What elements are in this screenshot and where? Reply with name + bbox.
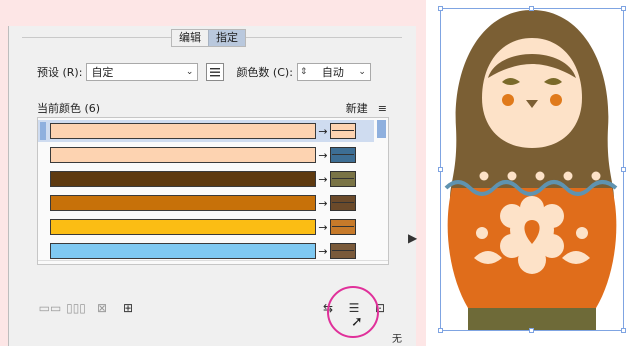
new-color-swatch[interactable] — [330, 123, 356, 139]
exclude-color-icon[interactable]: ⊠ — [94, 301, 110, 315]
color-row[interactable]: → — [38, 192, 374, 214]
color-row[interactable]: → — [38, 240, 374, 262]
color-row[interactable]: → — [38, 120, 374, 142]
assign-arrow-icon[interactable]: → — [316, 149, 330, 162]
bbox-handle[interactable] — [438, 328, 443, 333]
row-handle[interactable] — [40, 194, 46, 212]
new-color-swatch[interactable] — [330, 219, 356, 235]
cursor-icon: ➚ — [351, 314, 363, 330]
chevron-down-icon: ⌄ — [358, 67, 366, 77]
swatch-divider — [332, 202, 354, 203]
new-color-swatch[interactable] — [330, 171, 356, 187]
bottom-toolbar-left: ▭▭ ▯▯▯ ⊠ ⊞ — [39, 301, 136, 315]
bounding-box[interactable] — [440, 8, 624, 331]
bbox-handle[interactable] — [438, 6, 443, 11]
preset-row: 预设 (R): 自定 ⌄ 颜色数 (C): ⇕ 自动 ⌄ — [37, 63, 371, 81]
list-options-icon — [210, 68, 221, 77]
preset-options-button[interactable] — [206, 63, 225, 81]
row-handle[interactable] — [40, 122, 46, 140]
new-color-swatch[interactable] — [330, 243, 356, 259]
color-list[interactable]: → → → → → → — [37, 117, 389, 265]
row-handle[interactable] — [40, 218, 46, 236]
footer-text: 无 — [392, 334, 402, 345]
chevron-down-icon: ⌄ — [185, 67, 194, 77]
preset-label: 预设 (R): — [37, 66, 83, 79]
swatch-divider — [332, 226, 354, 227]
color-row[interactable]: → — [38, 144, 374, 166]
bbox-handle[interactable] — [621, 328, 626, 333]
assign-arrow-icon[interactable]: → — [316, 197, 330, 210]
current-colors-label: 当前颜色 (6) — [37, 102, 101, 115]
tab-edit[interactable]: 编辑 — [172, 30, 208, 46]
new-row-icon[interactable]: ⊞ — [120, 301, 136, 315]
preset-value: 自定 — [91, 66, 114, 79]
color-row[interactable]: → — [38, 216, 374, 238]
highlight-ring — [327, 286, 379, 338]
row-handle[interactable] — [40, 242, 46, 260]
tab-assign[interactable]: 指定 — [208, 30, 245, 46]
color-count-value: 自动 — [321, 66, 344, 79]
stepper-icon[interactable]: ⇕ — [300, 67, 308, 77]
swatch-divider — [332, 154, 354, 155]
current-color-swatch[interactable] — [50, 195, 316, 211]
assign-arrow-icon[interactable]: → — [316, 125, 330, 138]
separate-colors-icon[interactable]: ▯▯▯ — [66, 301, 86, 315]
assign-arrow-icon[interactable]: → — [316, 173, 330, 186]
current-color-swatch[interactable] — [50, 147, 316, 163]
new-color-swatch[interactable] — [330, 195, 356, 211]
new-column-label: 新建 — [345, 102, 368, 115]
color-count-label: 颜色数 (C): — [236, 66, 293, 79]
color-list-header: 当前颜色 (6) 新建 ≡ — [37, 100, 387, 116]
swatch-divider — [332, 178, 354, 179]
expand-arrow-icon[interactable]: ▶ — [408, 231, 417, 245]
menu-icon[interactable]: ≡ — [378, 102, 387, 115]
assign-arrow-icon[interactable]: → — [316, 245, 330, 258]
bbox-handle[interactable] — [529, 328, 534, 333]
row-handle[interactable] — [40, 146, 46, 164]
new-color-swatch[interactable] — [330, 147, 356, 163]
bbox-handle[interactable] — [529, 6, 534, 11]
swatch-divider — [332, 250, 354, 251]
scrollbar[interactable] — [377, 120, 386, 138]
tab-bar: 编辑 指定 — [171, 29, 246, 47]
color-count-select[interactable]: ⇕ 自动 ⌄ — [296, 63, 371, 81]
color-row[interactable]: → — [38, 168, 374, 190]
bbox-handle[interactable] — [438, 167, 443, 172]
swatch-divider — [332, 130, 354, 131]
assign-arrow-icon[interactable]: → — [316, 221, 330, 234]
current-color-swatch[interactable] — [50, 171, 316, 187]
current-color-swatch[interactable] — [50, 219, 316, 235]
bbox-handle[interactable] — [621, 6, 626, 11]
merge-colors-icon[interactable]: ▭▭ — [39, 301, 62, 315]
current-color-swatch[interactable] — [50, 243, 316, 259]
preset-select[interactable]: 自定 ⌄ — [86, 63, 199, 81]
bbox-handle[interactable] — [621, 167, 626, 172]
row-handle[interactable] — [40, 170, 46, 188]
current-color-swatch[interactable] — [50, 123, 316, 139]
